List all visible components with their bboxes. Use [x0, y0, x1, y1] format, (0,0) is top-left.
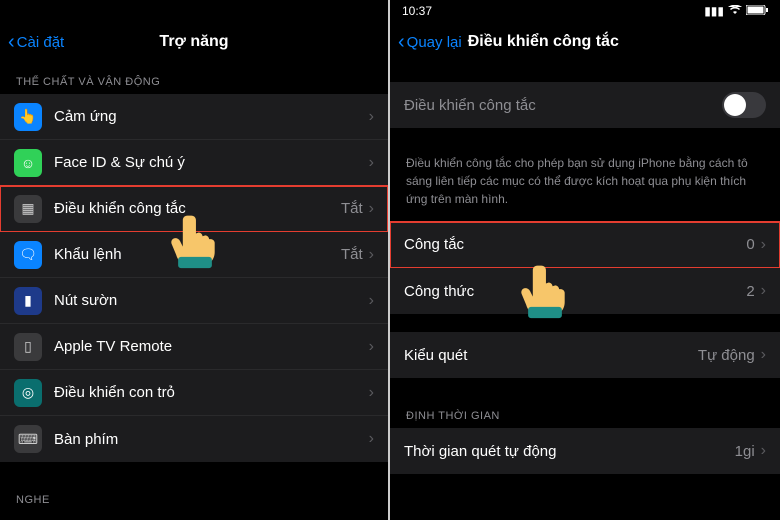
row-switch-control[interactable]: ▦ Điều khiển công tắc Tắt ›: [0, 186, 388, 232]
toggle-knob: [724, 94, 746, 116]
settings-group: 👆 Cảm ứng › ☺ Face ID & Sự chú ý › ▦ Điề…: [0, 94, 388, 462]
row-label: Kiểu quét: [404, 347, 698, 364]
row-label: Công thức: [404, 283, 746, 300]
back-label: Quay lại: [407, 34, 462, 51]
row-value: 1gi: [735, 443, 755, 460]
row-faceid[interactable]: ☺ Face ID & Sự chú ý ›: [0, 140, 388, 186]
settings-group: Điều khiển công tắc: [390, 82, 780, 128]
row-switch-control-toggle[interactable]: Điều khiển công tắc: [390, 82, 780, 128]
chevron-right-icon: ›: [369, 338, 374, 356]
row-label: Khẩu lệnh: [54, 246, 341, 263]
row-voice[interactable]: 🗨 Khẩu lệnh Tắt ›: [0, 232, 388, 278]
chevron-right-icon: ›: [369, 384, 374, 402]
pointer-icon: ◎: [14, 379, 42, 407]
row-tv-remote[interactable]: ▯ Apple TV Remote ›: [0, 324, 388, 370]
row-pointer[interactable]: ◎ Điều khiển con trỏ ›: [0, 370, 388, 416]
row-label: Nút sườn: [54, 292, 369, 309]
settings-group: Công tắc 0 › Công thức 2 ›: [390, 222, 780, 314]
settings-group: Kiểu quét Tự động ›: [390, 332, 780, 378]
chevron-right-icon: ›: [369, 154, 374, 172]
row-label: Điều khiển công tắc: [54, 200, 341, 217]
chevron-right-icon: ›: [369, 200, 374, 218]
faceid-icon: ☺: [14, 149, 42, 177]
row-label: Bàn phím: [54, 431, 369, 448]
switch-control-icon: ▦: [14, 195, 42, 223]
page-title: Trợ năng: [159, 33, 228, 51]
nav-bar: ‹ Quay lại Điều khiển công tắc: [390, 22, 780, 62]
row-value: 0: [746, 236, 754, 253]
row-side-button[interactable]: ▮ Nút sườn ›: [0, 278, 388, 324]
row-value: 2: [746, 283, 754, 300]
tv-remote-icon: ▯: [14, 333, 42, 361]
chevron-right-icon: ›: [369, 108, 374, 126]
row-label: Điều khiển con trỏ: [54, 384, 369, 401]
chevron-right-icon: ›: [761, 282, 766, 300]
row-value: Tắt: [341, 200, 363, 217]
side-button-icon: ▮: [14, 287, 42, 315]
phone-screen-right: 10:37 ▮▮▮ ‹ Quay lại Điều khiển công tắc…: [390, 0, 780, 520]
row-label: Điều khiển công tắc: [404, 97, 722, 114]
battery-icon: [746, 4, 768, 18]
chevron-left-icon: ‹: [398, 32, 405, 52]
row-switches[interactable]: Công tắc 0 ›: [390, 222, 780, 268]
chevron-right-icon: ›: [369, 246, 374, 264]
row-label: Thời gian quét tự động: [404, 443, 735, 460]
row-label: Face ID & Sự chú ý: [54, 154, 369, 171]
row-keyboard[interactable]: ⌨ Bàn phím ›: [0, 416, 388, 462]
toggle-switch[interactable]: [722, 92, 766, 118]
row-value: Tắt: [341, 246, 363, 263]
nav-bar: ‹ Cài đặt Trợ năng: [0, 22, 388, 62]
chevron-right-icon: ›: [761, 442, 766, 460]
back-button[interactable]: ‹ Cài đặt: [8, 32, 64, 52]
section-header: ĐỊNH THỜI GIAN: [390, 396, 780, 428]
page-title: Điều khiển công tắc: [468, 33, 619, 51]
description-text: Điều khiển công tắc cho phép bạn sử dụng…: [390, 146, 780, 222]
chevron-left-icon: ‹: [8, 32, 15, 52]
status-bar: [0, 0, 388, 22]
signal-icon: ▮▮▮: [704, 4, 724, 18]
chevron-right-icon: ›: [761, 346, 766, 364]
row-auto-scan-time[interactable]: Thời gian quét tự động 1gi ›: [390, 428, 780, 474]
voice-icon: 🗨: [14, 241, 42, 269]
row-recipes[interactable]: Công thức 2 ›: [390, 268, 780, 314]
section-header: THỂ CHẤT VÀ VẬN ĐỘNG: [0, 62, 388, 94]
settings-group: Thời gian quét tự động 1gi ›: [390, 428, 780, 474]
chevron-right-icon: ›: [369, 292, 374, 310]
phone-screen-left: ‹ Cài đặt Trợ năng THỂ CHẤT VÀ VẬN ĐỘNG …: [0, 0, 390, 520]
row-label: Cảm ứng: [54, 108, 369, 125]
row-value: Tự động: [698, 347, 755, 364]
row-touch[interactable]: 👆 Cảm ứng ›: [0, 94, 388, 140]
chevron-right-icon: ›: [369, 430, 374, 448]
wifi-icon: [728, 4, 742, 18]
row-label: Apple TV Remote: [54, 338, 369, 355]
keyboard-icon: ⌨: [14, 425, 42, 453]
section-header: NGHE: [0, 480, 388, 512]
back-label: Cài đặt: [17, 34, 65, 51]
touch-icon: 👆: [14, 103, 42, 131]
chevron-right-icon: ›: [761, 236, 766, 254]
row-label: Công tắc: [404, 236, 746, 253]
back-button[interactable]: ‹ Quay lại: [398, 32, 462, 52]
row-scan-style[interactable]: Kiểu quét Tự động ›: [390, 332, 780, 378]
status-time: 10:37: [402, 4, 432, 18]
status-bar: 10:37 ▮▮▮: [390, 0, 780, 22]
